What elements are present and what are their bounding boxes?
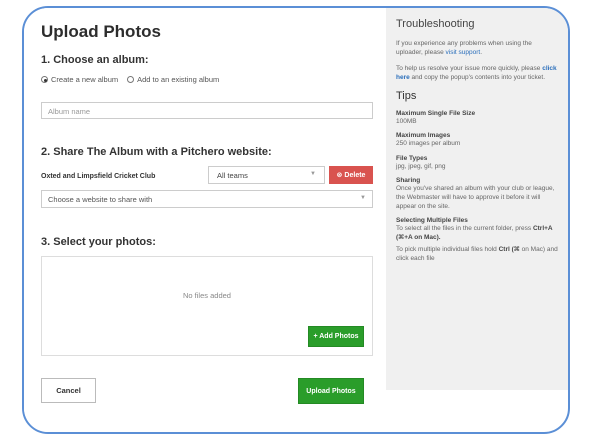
photo-dropzone[interactable]: No files added + Add Photos <box>41 256 373 356</box>
tip-text: Once you've shared an album with your cl… <box>396 184 555 210</box>
step1-heading: 1. Choose an album: <box>41 54 149 66</box>
multi-select-tip: To pick multiple individual files hold C… <box>396 245 558 263</box>
tip-text: jpg, jpeg, gif, png <box>396 162 446 170</box>
tip-heading: File Types <box>396 154 428 162</box>
radio-new-album[interactable] <box>41 76 48 83</box>
radio-new-album-label[interactable]: Create a new album <box>51 75 118 84</box>
tip-text: To select all the files in the current f… <box>396 224 558 242</box>
chevron-down-icon: ▼ <box>310 171 316 177</box>
radio-existing-album[interactable] <box>127 76 135 83</box>
step2-heading: 2. Share The Album with a Pitchero websi… <box>41 146 272 158</box>
tip-text: 250 images per album <box>396 140 461 148</box>
troubleshooting-title: Troubleshooting <box>396 18 475 30</box>
troubleshooting-text-1-post: . <box>480 49 483 57</box>
select-all-text: To select all the files in the current f… <box>396 224 532 232</box>
troubleshooting-text-2: To help us resolve your issue more quick… <box>396 64 558 82</box>
visit-support-link[interactable]: visit support <box>446 49 481 56</box>
add-photos-button[interactable]: + Add Photos <box>308 326 364 347</box>
upload-form: Upload Photos 1. Choose an album: Create… <box>24 8 386 432</box>
website-select[interactable]: Choose a website to share with ▼ <box>41 190 373 208</box>
tip-text: 100MB <box>396 118 417 126</box>
tip-heading: Maximum Single File Size <box>396 110 476 118</box>
album-choice: Create a new album Add to an existing al… <box>41 75 225 84</box>
delete-button-label: Delete <box>344 171 366 179</box>
cancel-button[interactable]: Cancel <box>41 378 96 403</box>
club-name: Oxted and Limpsfield Cricket Club <box>41 173 156 180</box>
website-select-value: Choose a website to share with <box>48 195 153 204</box>
multi-select-key: Ctrl (⌘ <box>498 246 520 254</box>
upload-window: Upload Photos 1. Choose an album: Create… <box>22 6 570 434</box>
no-files-text: No files added <box>183 291 231 300</box>
tip-heading: Selecting Multiple Files <box>396 216 468 224</box>
page-title: Upload Photos <box>41 22 161 41</box>
teams-select[interactable]: All teams ▼ <box>208 166 325 184</box>
troubleshooting-text-2-post: and copy the popup's contents into your … <box>409 74 546 82</box>
multi-select-pre: To pick multiple individual files hold <box>396 246 499 254</box>
tip-heading: Maximum Images <box>396 132 451 140</box>
help-sidebar: Troubleshooting If you experience any pr… <box>386 8 568 390</box>
delete-button[interactable]: ⊗ Delete <box>329 166 373 184</box>
troubleshooting-text-1: If you experience any problems when usin… <box>396 39 558 57</box>
step3-heading: 3. Select your photos: <box>41 236 156 248</box>
tips-title: Tips <box>396 90 417 103</box>
upload-photos-button[interactable]: Upload Photos <box>298 378 364 404</box>
chevron-down-icon: ▼ <box>360 195 366 201</box>
delete-icon: ⊗ <box>336 172 343 179</box>
teams-select-value: All teams <box>217 171 248 180</box>
album-name-input[interactable]: Album name <box>41 102 373 119</box>
radio-existing-album-label[interactable]: Add to an existing album <box>137 75 219 84</box>
troubleshooting-text-2-pre: To help us resolve your issue more quick… <box>396 65 543 73</box>
tip-heading: Sharing <box>396 176 421 184</box>
